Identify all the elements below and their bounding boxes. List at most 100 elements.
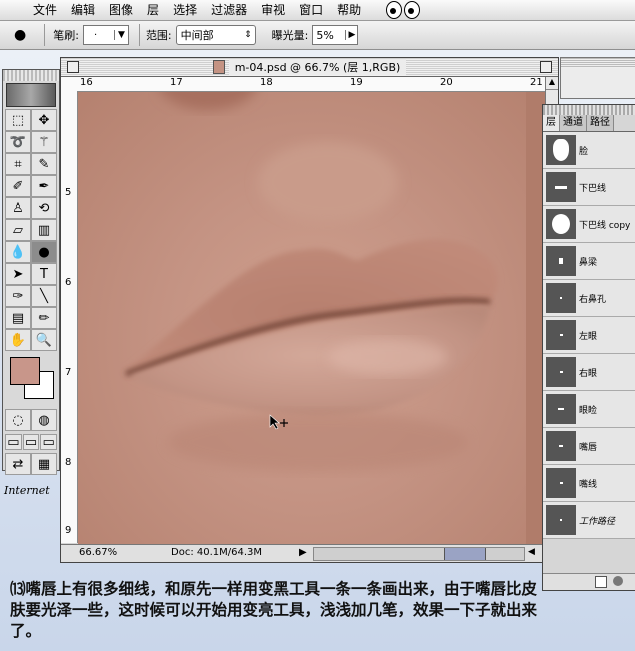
range-label: 范围:: [145, 29, 172, 42]
stamp-tool-icon[interactable]: ♙: [5, 197, 31, 219]
layer-row[interactable]: 下巴线: [543, 169, 635, 206]
blur-tool-icon[interactable]: 💧: [5, 241, 31, 263]
lips-painting: [123, 92, 545, 544]
zoom-box-icon[interactable]: [540, 61, 552, 73]
scroll-left-icon[interactable]: ◀: [528, 547, 535, 557]
foreground-color-swatch[interactable]: [10, 357, 40, 385]
zoom-tool-icon[interactable]: 🔍: [31, 329, 57, 351]
ruler-top[interactable]: 16 17 18 19 20 21: [77, 77, 545, 92]
screen-mode-full-icon[interactable]: ▭: [40, 434, 58, 450]
layer-row[interactable]: 鼻梁: [543, 243, 635, 280]
ruler-label: 5: [65, 187, 72, 198]
menu-filter[interactable]: 过滤器: [204, 0, 254, 20]
menu-select[interactable]: 选择: [166, 0, 204, 20]
exposure-value: 5%: [316, 28, 334, 42]
burn-tool-icon[interactable]: ●: [31, 241, 57, 263]
trash-icon[interactable]: [613, 576, 623, 586]
layer-row[interactable]: 眼睑: [543, 391, 635, 428]
layer-row[interactable]: 右眼: [543, 354, 635, 391]
layer-name: 右眼: [579, 368, 598, 379]
layer-row[interactable]: 左眼: [543, 317, 635, 354]
internet-desktop-label[interactable]: Internet: [4, 484, 50, 497]
image-canvas[interactable]: [78, 92, 545, 544]
document-titlebar[interactable]: m-04.psd @ 66.7% (层 1,RGB): [61, 58, 558, 77]
notes-tool-icon[interactable]: ▤: [5, 307, 31, 329]
close-box-icon[interactable]: [67, 61, 79, 73]
brush-picker[interactable]: · ▼: [82, 25, 129, 45]
layers-palette: 层 通道 路径 脸 下巴线 下巴线 copy 鼻梁 右鼻孔 左眼 右眼 眼睑 嘴…: [542, 104, 635, 591]
standard-mode-icon[interactable]: ◌: [5, 409, 31, 431]
jump-to-imageready-icon[interactable]: ⇄: [5, 453, 31, 475]
doc-size[interactable]: Doc: 40.1M/64.3M: [171, 547, 262, 558]
layer-name: 左眼: [579, 331, 598, 342]
imageready-icon[interactable]: ▦: [31, 453, 57, 475]
exposure-field[interactable]: 5% ▶: [312, 25, 359, 45]
path-select-tool-icon[interactable]: ➤: [5, 263, 31, 285]
range-value: 中间部: [180, 29, 214, 42]
layer-row[interactable]: 工作路径: [543, 502, 635, 539]
ruler-left[interactable]: 5 6 7 8 9: [61, 91, 78, 543]
ruler-label: 9: [65, 525, 72, 536]
pen-tool-icon[interactable]: ✑: [5, 285, 31, 307]
triangle-right-icon[interactable]: ▶: [299, 547, 307, 558]
menu-bar: 文件 编辑 图像 层 选择 过滤器 审视 窗口 帮助: [0, 0, 635, 21]
tab-paths[interactable]: 路径: [587, 115, 614, 131]
horizontal-scrollbar[interactable]: [313, 547, 525, 561]
tab-channels[interactable]: 通道: [560, 115, 587, 131]
menu-help[interactable]: 帮助: [330, 0, 368, 20]
chevron-down-icon: ▼: [114, 30, 125, 40]
slice-tool-icon[interactable]: ✎: [31, 153, 57, 175]
layer-thumbnail: [546, 246, 576, 276]
layer-row[interactable]: 脸: [543, 132, 635, 169]
eyedropper-tool-icon[interactable]: ✏: [31, 307, 57, 329]
history-brush-tool-icon[interactable]: ⟲: [31, 197, 57, 219]
document-icon: [212, 60, 225, 74]
magic-wand-tool-icon[interactable]: ⚚: [31, 131, 57, 153]
crop-tool-icon[interactable]: ⌗: [5, 153, 31, 175]
new-layer-icon[interactable]: [595, 576, 607, 588]
layer-thumbnail: [546, 357, 576, 387]
menu-window[interactable]: 窗口: [292, 0, 330, 20]
type-tool-icon[interactable]: T: [31, 263, 57, 285]
ruler-label: 18: [260, 77, 273, 88]
layer-row[interactable]: 嘴唇: [543, 428, 635, 465]
screen-mode-full-menu-icon[interactable]: ▭: [22, 434, 40, 450]
gradient-tool-icon[interactable]: ▥: [31, 219, 57, 241]
toolbox-titlebar[interactable]: [3, 70, 59, 81]
color-swatches: [6, 355, 56, 405]
tutorial-caption: ⒀嘴唇上有很多细线，和原先一样用变黑工具一条一条画出来，由于嘴唇比皮肤要光泽一些…: [10, 580, 538, 640]
palette-titlebar[interactable]: [543, 105, 635, 115]
tab-layers[interactable]: 层: [543, 115, 560, 131]
eraser-tool-icon[interactable]: ▱: [5, 219, 31, 241]
photoshop-logo[interactable]: [6, 83, 56, 107]
ruler-label: 21: [530, 77, 543, 88]
hand-tool-icon[interactable]: ✋: [5, 329, 31, 351]
background-window[interactable]: [560, 57, 635, 99]
menu-image[interactable]: 图像: [102, 0, 140, 20]
range-select[interactable]: 中间部 ⇕: [175, 25, 256, 45]
scroll-up-icon[interactable]: ▲: [546, 77, 558, 90]
ruler-corner[interactable]: [61, 77, 78, 92]
move-tool-icon[interactable]: ✥: [31, 109, 57, 131]
triangle-right-icon[interactable]: ▶: [345, 30, 355, 40]
menu-file[interactable]: 文件: [26, 0, 64, 20]
layer-row[interactable]: 右鼻孔: [543, 280, 635, 317]
line-tool-icon[interactable]: ╲: [31, 285, 57, 307]
airbrush-tool-icon[interactable]: ✐: [5, 175, 31, 197]
lasso-tool-icon[interactable]: ➰: [5, 131, 31, 153]
marquee-tool-icon[interactable]: ⬚: [5, 109, 31, 131]
layer-row[interactable]: 嘴线: [543, 465, 635, 502]
menu-view[interactable]: 审视: [254, 0, 292, 20]
scroll-thumb[interactable]: [444, 548, 486, 560]
ruler-label: 6: [65, 277, 72, 288]
menu-layer[interactable]: 层: [140, 0, 166, 20]
layer-row[interactable]: 下巴线 copy: [543, 206, 635, 243]
brush-tool-icon[interactable]: ✒: [31, 175, 57, 197]
menu-edit[interactable]: 编辑: [64, 0, 102, 20]
layer-thumbnail: [546, 505, 576, 535]
zoom-level[interactable]: 66.67%: [79, 547, 117, 558]
brush-label: 笔刷:: [53, 29, 79, 42]
quick-mask-mode-icon[interactable]: ◍: [31, 409, 57, 431]
ruler-label: 17: [170, 77, 183, 88]
screen-mode-standard-icon[interactable]: ▭: [5, 434, 22, 450]
